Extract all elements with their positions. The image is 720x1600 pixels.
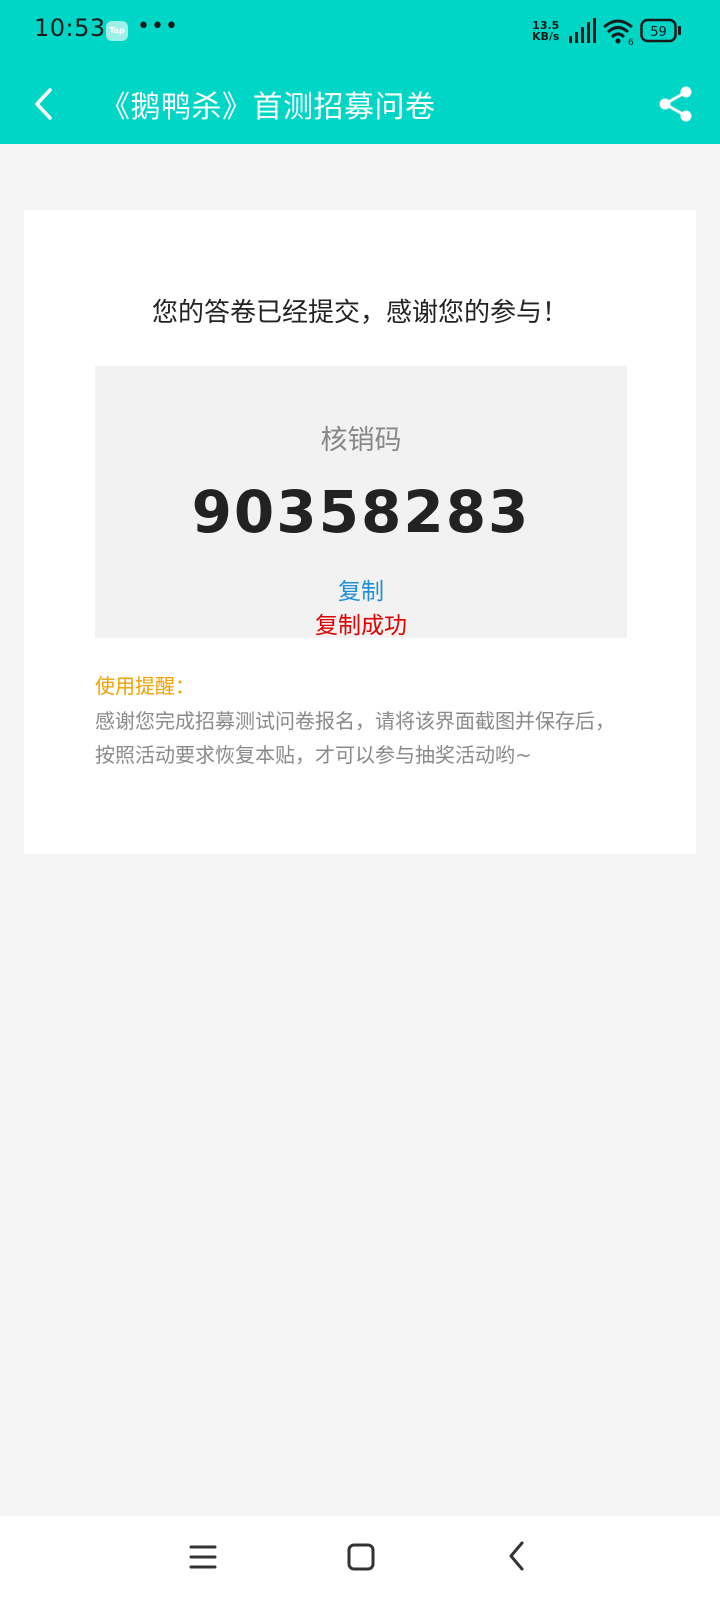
result-card: 您的答卷已经提交，感谢您的参与！ 核销码 90358283 复制 复制成功 使用… [24, 210, 696, 854]
copy-success-message: 复制成功 [315, 613, 407, 639]
reminder-text: 感谢您完成招募测试问卷报名，请将该界面截图并保存后，按照活动要求恢复本贴，才可以… [95, 709, 615, 767]
verification-code-label: 核销码 [320, 425, 402, 456]
submission-message: 您的答卷已经提交，感谢您的参与！ [151, 298, 568, 328]
status-time: 10:53 [34, 14, 106, 42]
more-notifications-icon: ••• [137, 14, 179, 39]
menu-icon[interactable] [188, 1542, 218, 1572]
wifi-label: 6 [628, 38, 634, 46]
signal-icon [569, 18, 596, 43]
tap-app-icon: Tap [106, 21, 128, 41]
share-icon[interactable] [656, 84, 696, 124]
battery-level: 59 [650, 25, 667, 40]
reminder-title: 使用提醒： [95, 674, 195, 698]
home-icon[interactable] [346, 1542, 376, 1572]
page-title: 《鹅鸭杀》首测招募问卷 [100, 90, 436, 125]
system-navigation-bar [0, 1516, 720, 1600]
app-header: 《鹅鸭杀》首测招募问卷 [0, 64, 720, 144]
verification-code: 90358283 [191, 478, 531, 546]
battery-icon: 59 [640, 18, 681, 43]
copy-button[interactable]: 复制 [95, 572, 627, 606]
network-speed: 13.5 KB/s [532, 20, 559, 42]
back-arrow-icon[interactable] [28, 86, 62, 122]
wifi-icon: 6 [603, 19, 634, 46]
verification-code-box: 核销码 90358283 复制 复制成功 [95, 366, 627, 639]
network-speed-unit: KB/s [532, 30, 560, 43]
status-bar: 10:53 Tap ••• 13.5 KB/s 6 59 [0, 0, 720, 64]
back-icon[interactable] [504, 1540, 530, 1572]
